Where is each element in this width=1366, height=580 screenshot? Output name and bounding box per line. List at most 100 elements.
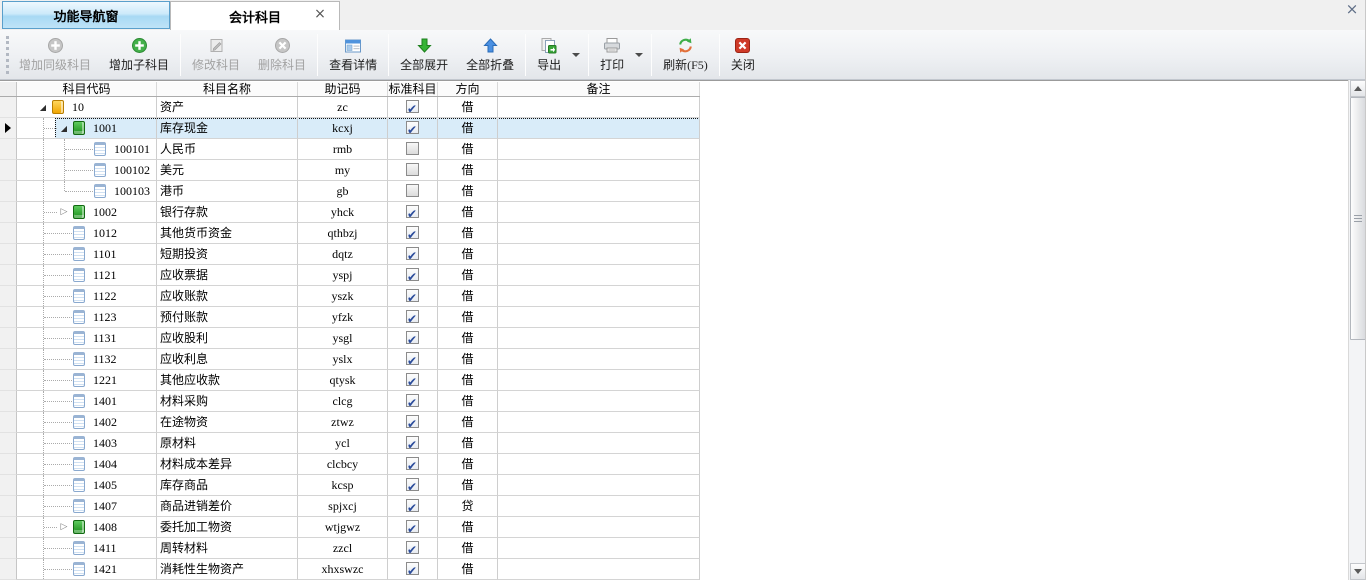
- table-row[interactable]: 1403原材料ycl借: [0, 433, 700, 454]
- tab-function-navigation[interactable]: 功能导航窗: [2, 1, 170, 29]
- table-row[interactable]: 1404材料成本差异clcbcy借: [0, 454, 700, 475]
- note-icon: [73, 541, 85, 555]
- row-indicator-cell: [0, 517, 17, 538]
- standard-checkbox[interactable]: [406, 541, 419, 554]
- scroll-thumb[interactable]: [1350, 97, 1366, 340]
- export-button[interactable]: 导出: [528, 32, 570, 78]
- cell-code: 100103: [17, 181, 157, 202]
- table-row[interactable]: 1405库存商品kcsp借: [0, 475, 700, 496]
- print-button-label: 打印: [600, 56, 624, 73]
- standard-checkbox[interactable]: [406, 205, 419, 218]
- standard-checkbox[interactable]: [406, 478, 419, 491]
- collapse-all-button[interactable]: 全部折叠: [457, 32, 523, 78]
- table-row[interactable]: 1411周转材料zzcl借: [0, 538, 700, 559]
- cell-remark: [498, 223, 700, 244]
- standard-checkbox[interactable]: [406, 394, 419, 407]
- tab-accounting-subjects-label: 会计科目: [229, 7, 281, 26]
- table-row[interactable]: ◢10资产zc借: [0, 97, 700, 118]
- standard-checkbox[interactable]: [406, 436, 419, 449]
- table-row[interactable]: ▷1408委托加工物资wtjgwz借: [0, 517, 700, 538]
- table-row[interactable]: 1131应收股利ysgl借: [0, 328, 700, 349]
- standard-checkbox[interactable]: [406, 457, 419, 470]
- expand-glyph-collapsed-icon[interactable]: ▷: [58, 202, 70, 223]
- toolbar-group-separator: [180, 34, 181, 76]
- row-indicator-cell: [0, 139, 17, 160]
- window-close-icon[interactable]: ×: [1344, 2, 1360, 18]
- table-row[interactable]: 100102美元my借: [0, 160, 700, 181]
- column-header-0[interactable]: 科目代码: [17, 82, 157, 96]
- standard-checkbox[interactable]: [406, 289, 419, 302]
- table-row[interactable]: 1402在途物资ztwz借: [0, 412, 700, 433]
- subject-code: 1401: [93, 391, 117, 411]
- cell-standard: [388, 517, 438, 538]
- cell-direction: 借: [438, 433, 498, 454]
- cell-direction: 贷: [438, 496, 498, 517]
- table-row[interactable]: ◢1001库存现金kcxj借: [0, 118, 700, 139]
- row-indicator-cell: [0, 454, 17, 475]
- standard-checkbox[interactable]: [406, 142, 419, 155]
- note-icon: [73, 415, 85, 429]
- standard-checkbox[interactable]: [406, 520, 419, 533]
- standard-checkbox[interactable]: [406, 247, 419, 260]
- cell-mnemonic: yfzk: [298, 307, 388, 328]
- cell-code: ◢10: [17, 97, 157, 118]
- standard-checkbox[interactable]: [406, 121, 419, 134]
- add-child-button[interactable]: 增加子科目: [100, 32, 178, 78]
- cell-remark: [498, 559, 700, 580]
- table-row[interactable]: ▷1002银行存款yhck借: [0, 202, 700, 223]
- standard-checkbox[interactable]: [406, 226, 419, 239]
- column-header-2[interactable]: 助记码: [298, 82, 388, 96]
- table-row[interactable]: 1421消耗性生物资产xhxswzc借: [0, 559, 700, 580]
- vertical-scrollbar[interactable]: [1348, 80, 1366, 580]
- standard-checkbox[interactable]: [406, 352, 419, 365]
- print-button[interactable]: 打印: [591, 32, 633, 78]
- cell-standard: [388, 265, 438, 286]
- export-dropdown-icon[interactable]: [572, 53, 580, 57]
- table-row[interactable]: 1101短期投资dqtz借: [0, 244, 700, 265]
- row-indicator-cell: [0, 475, 17, 496]
- table-row[interactable]: 1407商品进销差价spjxcj贷: [0, 496, 700, 517]
- column-header-1[interactable]: 科目名称: [157, 82, 298, 96]
- standard-checkbox[interactable]: [406, 415, 419, 428]
- table-row[interactable]: 1122应收账款yszk借: [0, 286, 700, 307]
- column-header-3[interactable]: 标准科目: [388, 82, 438, 96]
- expand-glyph-collapsed-icon[interactable]: ▷: [58, 517, 70, 538]
- table-row[interactable]: 1123预付账款yfzk借: [0, 307, 700, 328]
- column-header-5[interactable]: 备注: [498, 82, 700, 96]
- table-row[interactable]: 1132应收利息yslx借: [0, 349, 700, 370]
- standard-checkbox[interactable]: [406, 562, 419, 575]
- scroll-up-button[interactable]: [1350, 80, 1366, 97]
- print-dropdown-icon[interactable]: [635, 53, 643, 57]
- scroll-down-button[interactable]: [1350, 563, 1366, 580]
- standard-checkbox[interactable]: [406, 100, 419, 113]
- standard-checkbox[interactable]: [406, 310, 419, 323]
- standard-checkbox[interactable]: [406, 184, 419, 197]
- table-row[interactable]: 1012其他货币资金qthbzj借: [0, 223, 700, 244]
- standard-checkbox[interactable]: [406, 331, 419, 344]
- cell-standard: [388, 412, 438, 433]
- details-button[interactable]: 查看详情: [320, 32, 386, 78]
- standard-checkbox[interactable]: [406, 163, 419, 176]
- table-row[interactable]: 1221其他应收款qtysk借: [0, 370, 700, 391]
- close-red-button[interactable]: 关闭: [722, 32, 764, 78]
- refresh-button[interactable]: 刷新(F5): [654, 32, 717, 78]
- tab-close-icon[interactable]: ×: [313, 8, 327, 22]
- table-row[interactable]: 100101人民币rmb借: [0, 139, 700, 160]
- tab-accounting-subjects[interactable]: 会计科目 ×: [170, 1, 340, 30]
- table-row[interactable]: 1121应收票据yspj借: [0, 265, 700, 286]
- table-row[interactable]: 1401材料采购clcg借: [0, 391, 700, 412]
- expand-glyph-expanded-icon[interactable]: ◢: [58, 118, 70, 139]
- standard-checkbox[interactable]: [406, 373, 419, 386]
- expand-all-button[interactable]: 全部展开: [391, 32, 457, 78]
- note-icon: [73, 457, 85, 471]
- row-indicator-cell: [0, 412, 17, 433]
- column-header-4[interactable]: 方向: [438, 82, 498, 96]
- standard-checkbox[interactable]: [406, 499, 419, 512]
- cell-name: 委托加工物资: [157, 517, 298, 538]
- subject-code: 1121: [93, 265, 117, 285]
- cell-code: 1404: [17, 454, 157, 475]
- standard-checkbox[interactable]: [406, 268, 419, 281]
- table-row[interactable]: 100103港币gb借: [0, 181, 700, 202]
- expand-glyph-expanded-icon[interactable]: ◢: [37, 97, 49, 118]
- cell-remark: [498, 517, 700, 538]
